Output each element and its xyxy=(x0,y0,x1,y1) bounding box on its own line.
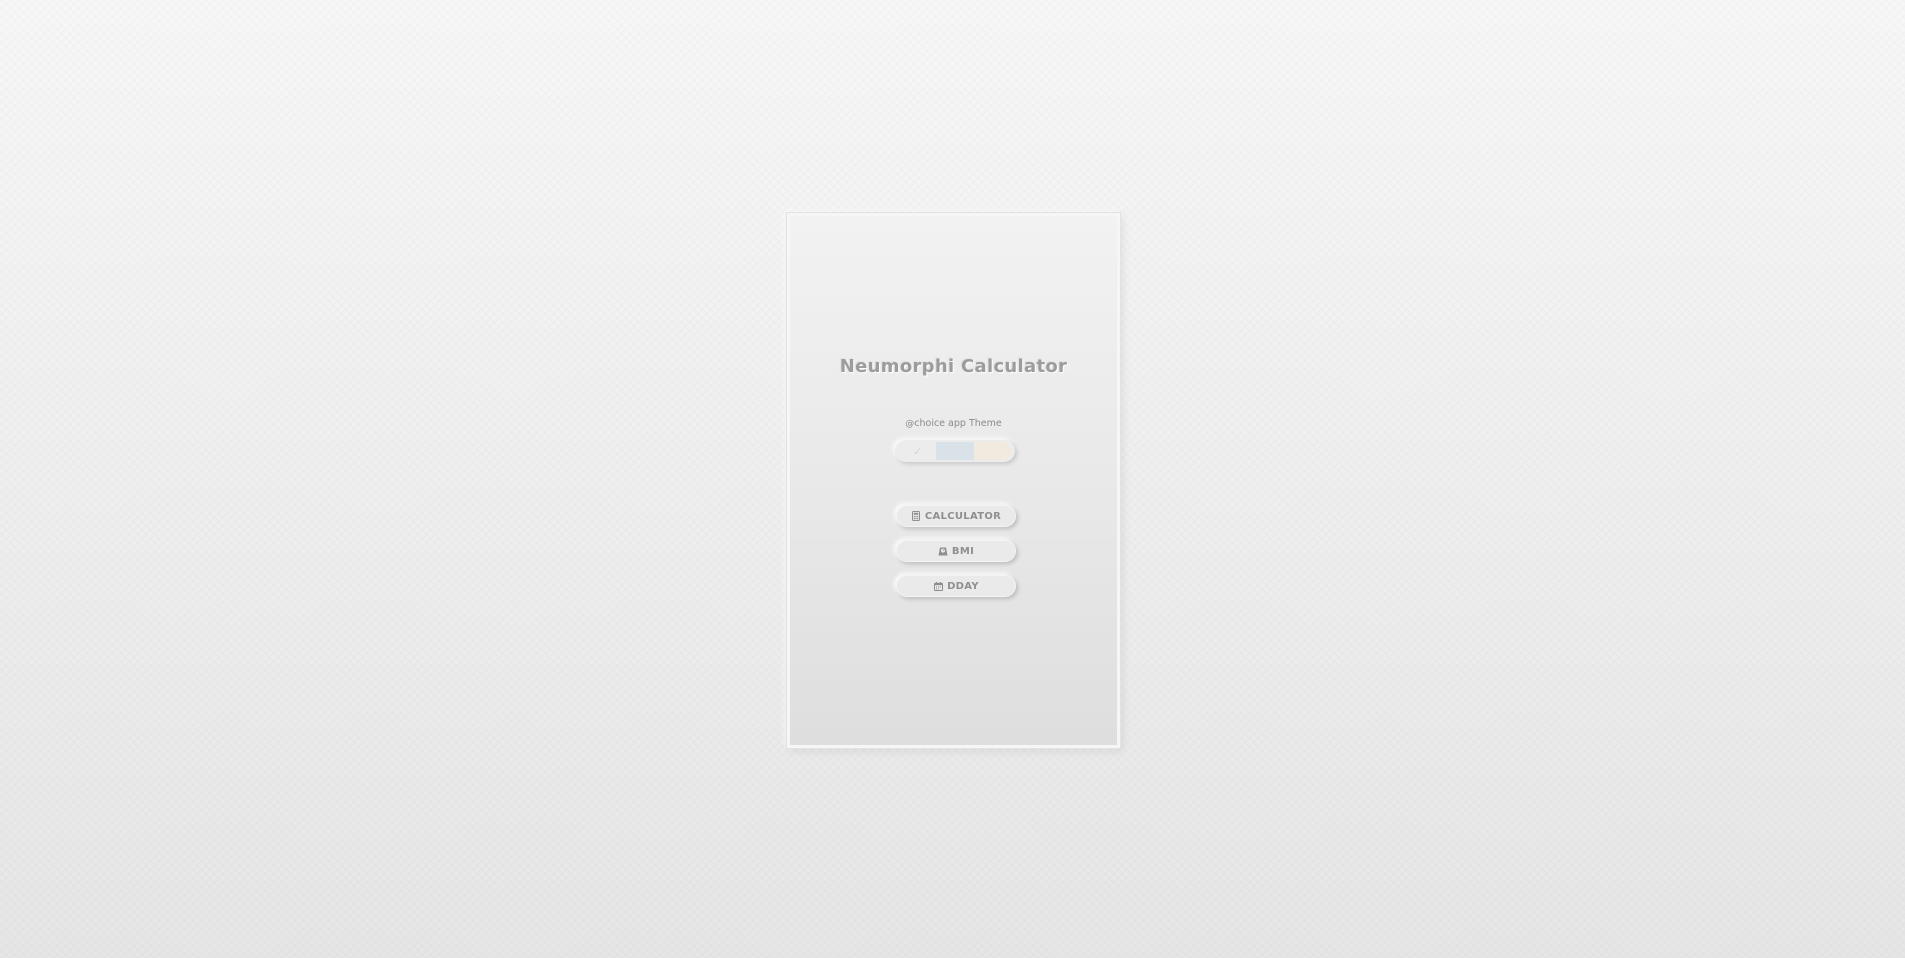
theme-option-blue[interactable] xyxy=(936,442,974,460)
scale-icon xyxy=(938,546,948,556)
page-title: Neumorphi Calculator xyxy=(839,356,1068,377)
at-icon: @ xyxy=(905,419,915,429)
bmi-button[interactable]: BMI xyxy=(896,540,1016,562)
calculator-button[interactable]: CALCULATOR xyxy=(896,505,1016,527)
bmi-button-label: BMI xyxy=(951,545,975,557)
theme-label: @choice app Theme xyxy=(790,418,1117,429)
dday-button-label: DDAY xyxy=(947,580,979,592)
theme-option-cream[interactable] xyxy=(973,442,1011,460)
theme-switch: ✓ xyxy=(895,440,1015,462)
app-card: Neumorphi Calculator @choice app Theme ✓… xyxy=(787,213,1120,748)
calendar-icon xyxy=(933,581,943,591)
theme-option-light[interactable]: ✓ xyxy=(899,442,937,460)
calculator-button-label: CALCULATOR xyxy=(924,510,1002,522)
check-icon: ✓ xyxy=(913,444,923,458)
dday-button[interactable]: DDAY xyxy=(896,575,1016,597)
calculator-icon xyxy=(911,511,921,521)
theme-label-text: choice app Theme xyxy=(914,418,1002,429)
